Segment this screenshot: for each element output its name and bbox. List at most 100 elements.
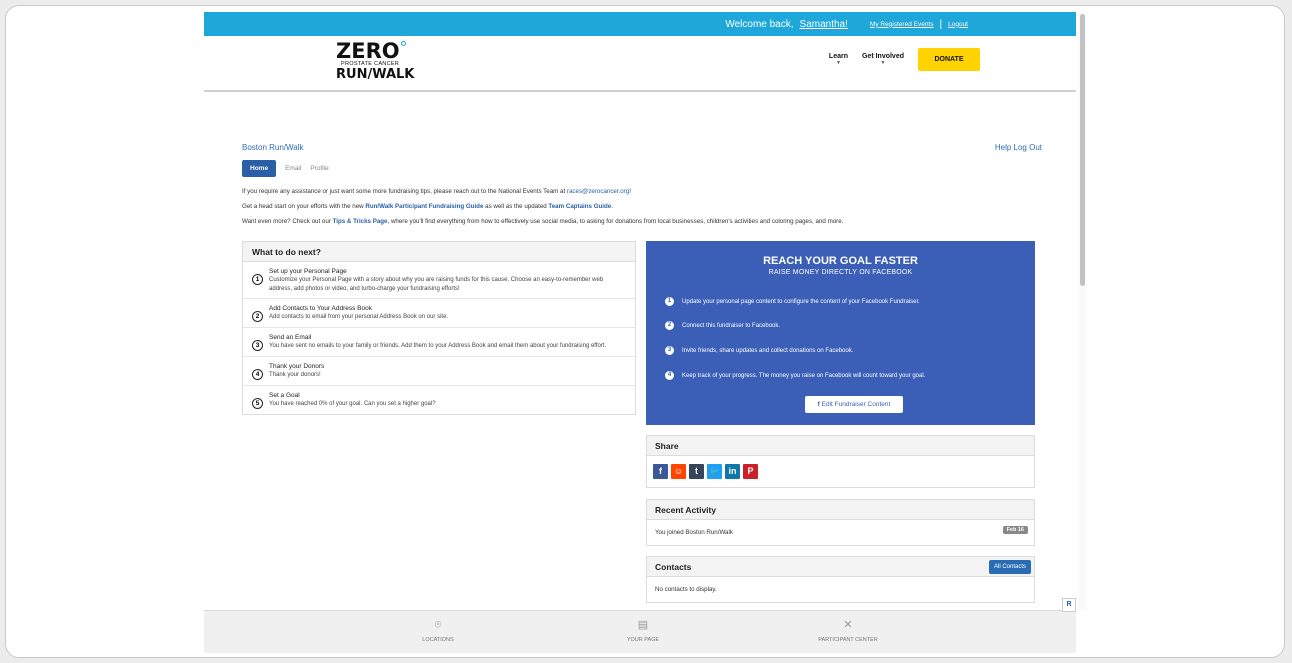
donate-button[interactable]: DONATE: [918, 48, 980, 71]
main-nav: Learn ▼ Get Involved ▼ DONATE: [829, 48, 980, 71]
step-body: Set up your Personal Page Customize your …: [269, 268, 626, 293]
help-link[interactable]: Help: [995, 143, 1011, 152]
activity-text: You joined Boston Run/Walk: [655, 529, 733, 536]
edit-fundraiser-button[interactable]: f Edit Fundraiser Content: [805, 396, 903, 413]
twitter-icon[interactable]: 🐦: [707, 464, 722, 479]
step-description: Add contacts to email from your personal…: [269, 314, 449, 320]
step-number-icon: 1: [665, 297, 674, 306]
registered-events-link[interactable]: My Registered Events: [870, 21, 934, 28]
intro-p3: Want even more? Check out our Tips & Tri…: [242, 218, 844, 225]
separator: |: [939, 18, 943, 30]
step-description: Customize your Personal Page with a stor…: [269, 277, 604, 292]
footer-your-page[interactable]: ▤ YOUR PAGE: [583, 619, 703, 643]
log-out-link[interactable]: Log Out: [1014, 143, 1042, 152]
site-header: ZERO PROSTATE CANCER RUN/WALK Learn ▼ Ge…: [204, 36, 1076, 92]
todo-step[interactable]: 4 Thank your Donors Thank your donors!: [243, 356, 635, 385]
page-icon: ▤: [637, 619, 649, 631]
page: Welcome back, Samantha! My Registered Ev…: [204, 12, 1076, 653]
fundraising-guide-link[interactable]: Run/Walk Participant Fundraising Guide: [365, 203, 483, 210]
facebook-subtitle: RAISE MONEY DIRECTLY ON FACEBOOK: [768, 269, 913, 276]
footer-participant-center[interactable]: ✕ PARTICIPANT CENTER: [788, 619, 908, 643]
step-number-icon: 4: [252, 369, 263, 380]
step-title: Thank your Donors: [269, 363, 325, 370]
email-link[interactable]: races@zerocancer.org: [567, 188, 629, 195]
tab-email[interactable]: Email: [285, 165, 301, 172]
step-number-icon: 3: [665, 346, 674, 355]
contacts-header: Contacts All Contacts: [647, 557, 1034, 577]
breadcrumb-event[interactable]: Boston Run/Walk: [242, 143, 304, 152]
facebook-step-text: Invite friends, share updates and collec…: [682, 347, 854, 354]
logout-link[interactable]: Logout: [948, 21, 968, 28]
scrollbar-thumb[interactable]: [1080, 14, 1085, 286]
todo-steps: 1 Set up your Personal Page Customize your…: [243, 262, 635, 414]
nav-learn[interactable]: Learn ▼: [829, 53, 848, 66]
step-body: Send an Email You have sent no emails to …: [269, 334, 606, 351]
captains-guide-link[interactable]: Team Captains Guide: [548, 203, 611, 210]
todo-step[interactable]: 5 Set a Goal You have reached 0% of your g…: [243, 385, 635, 414]
zero-logo[interactable]: ZERO PROSTATE CANCER RUN/WALK: [336, 41, 416, 81]
step-title: Set up your Personal Page: [269, 268, 347, 275]
nav-learn-label: Learn: [828, 53, 848, 60]
linkedin-icon[interactable]: in: [725, 464, 740, 479]
footer-your-page-label: YOUR PAGE: [626, 637, 660, 643]
facebook-title: REACH YOUR GOAL FASTER: [763, 255, 918, 267]
step-description: Thank your donors!: [269, 372, 321, 378]
nav-get-involved-label: Get Involved: [861, 53, 904, 60]
breadcrumb-row: Boston Run/Walk Help Log Out: [242, 143, 1042, 152]
user-name-link[interactable]: Samantha!: [800, 19, 848, 30]
activity-item: You joined Boston Run/Walk Feb 16: [647, 520, 1034, 545]
top-bar: Welcome back, Samantha! My Registered Ev…: [204, 12, 1076, 36]
todo-step[interactable]: 1 Set up your Personal Page Customize your…: [243, 262, 635, 298]
todo-step[interactable]: 2 Add Contacts to Your Address Book Add co…: [243, 298, 635, 327]
contacts-card: Contacts All Contacts No contacts to dis…: [646, 556, 1035, 603]
welcome-text: Welcome back,: [725, 18, 794, 30]
footer-locations[interactable]: ⌾ LOCATIONS: [378, 619, 498, 643]
edit-fundraiser-label: Edit Fundraiser Content: [821, 401, 891, 408]
step-number-icon: 5: [252, 398, 263, 409]
facebook-step-text: Keep track of your progress. The money y…: [682, 372, 926, 379]
step-number-icon: 3: [252, 340, 263, 351]
step-body: Thank your Donors Thank your donors!: [269, 363, 324, 380]
step-number-icon: 1: [252, 274, 263, 285]
footer-participant-label: PARTICIPANT CENTER: [818, 637, 878, 643]
header-links: Help Log Out: [995, 143, 1042, 152]
step-number-icon: 2: [665, 321, 674, 330]
feedback-icon[interactable]: R: [1062, 598, 1076, 612]
all-contacts-button[interactable]: All Contacts: [988, 560, 1031, 574]
step-body: Add Contacts to Your Address Book Add con…: [269, 305, 448, 322]
main-content: Boston Run/Walk Help Log Out Home Email …: [242, 143, 1042, 643]
step-title: Set a Goal: [269, 392, 300, 399]
activity-date-badge: Feb 16: [1002, 526, 1028, 534]
logo-zero: ZERO: [336, 39, 400, 63]
pinterest-icon[interactable]: P: [743, 464, 758, 479]
reddit-icon[interactable]: ☺: [671, 464, 686, 479]
facebook-step-text: Update your personal page content to con…: [682, 298, 920, 305]
todo-heading: What to do next?: [243, 242, 635, 262]
facebook-step: 3 Invite friends, share updates and colle…: [665, 346, 853, 355]
intro-p2: Get a head start on your efforts with th…: [242, 203, 613, 210]
step-title: Send an Email: [269, 334, 312, 341]
intro-text: If you require any assistance or just wa…: [242, 187, 1042, 226]
tools-icon: ✕: [843, 619, 853, 631]
intro-p1: If you require any assistance or just wa…: [242, 188, 631, 195]
map-pin-icon: ⌾: [434, 619, 442, 631]
todo-step[interactable]: 3 Send an Email You have sent no emails to…: [243, 327, 635, 356]
chevron-down-icon: ▼: [835, 60, 841, 66]
share-heading: Share: [647, 436, 1034, 456]
nav-get-involved[interactable]: Get Involved ▼: [862, 53, 904, 66]
todo-panel: What to do next? 1 Set up your Personal P…: [242, 241, 636, 415]
tips-tricks-link[interactable]: Tips & Tricks Page: [333, 218, 388, 225]
tab-bar: Home Email Profile: [242, 160, 1042, 177]
tab-profile[interactable]: Profile: [310, 165, 328, 172]
facebook-step: 1 Update your personal page content to co…: [665, 297, 920, 306]
chevron-down-icon: ▼: [880, 60, 886, 66]
step-description: You have sent no emails to your family o…: [269, 343, 607, 349]
facebook-icon[interactable]: f: [653, 464, 668, 479]
bottom-nav: ⌾ LOCATIONS ▤ YOUR PAGE ✕ PARTICIPANT CE…: [204, 610, 1076, 653]
tab-home[interactable]: Home: [242, 160, 277, 177]
step-number-icon: 4: [665, 371, 674, 380]
tumblr-icon[interactable]: t: [689, 464, 704, 479]
share-card: Share f ☺ t 🐦 in P: [646, 435, 1035, 488]
contacts-heading: Contacts: [655, 562, 692, 572]
recent-activity-card: Recent Activity You joined Boston Run/Wa…: [646, 499, 1035, 546]
